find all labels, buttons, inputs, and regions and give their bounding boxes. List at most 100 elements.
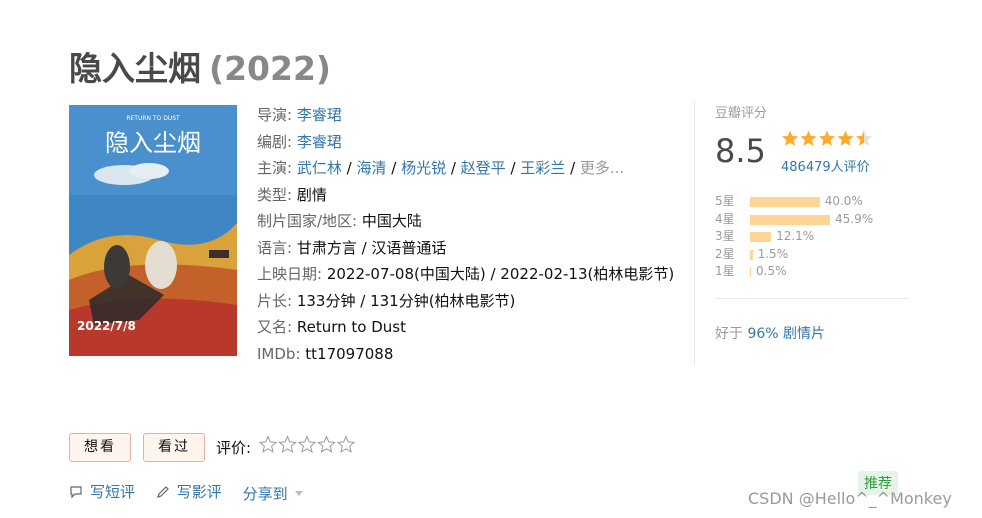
review-actions: 写短评 写影评 分享到 [69, 481, 327, 504]
genre-value: 剧情 [296, 185, 327, 204]
poster-date: 2022/7/8 [77, 319, 136, 333]
country-row: 制片国家/地区: 中国大陆 [257, 208, 677, 235]
rate-label: 评价: [216, 439, 252, 457]
cast-link-3[interactable]: 杨光锐 [401, 159, 446, 177]
cast-separator: / [565, 159, 580, 177]
cast-separator: / [505, 159, 521, 177]
poster-image: RETURN TO DUST 隐入尘烟 2022/7/8 [69, 105, 237, 356]
rating-dist-percent: 12.1% [776, 229, 815, 243]
rating-dist-label: 4星 [715, 211, 735, 226]
director-link[interactable]: 李睿珺 [297, 106, 342, 124]
runtime-value: 133分钟 / 131分钟(柏林电影节) [296, 291, 516, 310]
rating-stars-icon [781, 130, 873, 146]
poster-cn-title: 隐入尘烟 [105, 129, 201, 157]
rating-dist-row: 1星 0.5% [715, 263, 905, 281]
long-review-action[interactable]: 写影评 [156, 481, 222, 502]
writer-label: 编剧: [257, 132, 293, 151]
genre-row: 类型: 剧情 [257, 182, 677, 209]
runtime-row: 片长: 133分钟 / 131分钟(柏林电影节) [257, 288, 677, 315]
rating-dist-bar [750, 249, 753, 260]
rating-panel: 豆瓣评分 8.5 486479人评价 5星 40.0% 4星 45.9% 3星 12.1%… [694, 100, 909, 365]
movie-title: 隐入尘烟 (2022) [69, 42, 331, 90]
cast-separator: / [386, 159, 402, 177]
rating-dist-row: 2星 1.5% [715, 246, 905, 264]
share-action[interactable]: 分享到 [243, 483, 311, 504]
rating-dist-percent: 1.5% [757, 246, 789, 261]
rating-star [855, 130, 873, 146]
rating-dist-label: 2星 [715, 246, 735, 261]
rating-star [818, 130, 836, 146]
cast-link-2[interactable]: 海清 [356, 159, 386, 177]
country-value: 中国大陆 [361, 212, 422, 230]
cast-separator: / [446, 159, 461, 177]
share-label: 分享到 [242, 484, 288, 503]
rating-dist-row: 3星 12.1% [715, 228, 905, 246]
empty-star-3[interactable] [297, 435, 317, 453]
rating-star [837, 130, 854, 146]
writer-link[interactable]: 李睿珺 [297, 133, 342, 151]
rating-dist-label: 1星 [715, 264, 735, 278]
rating-label: 豆瓣评分 [715, 106, 768, 121]
rating-dist-percent: 40.0% [824, 194, 863, 208]
language-value: 甘肃方言 / 汉语普通话 [296, 238, 447, 257]
better-than-prefix: 好于 [715, 326, 743, 342]
release-value: 2022-07-08(中国大陆) / 2022-02-13(柏林电影节) [326, 265, 675, 283]
director-row: 导演: 李睿珺 [257, 102, 677, 129]
rating-dist-bar [750, 214, 830, 225]
empty-star-1[interactable] [258, 435, 278, 453]
better-than: 好于 96% 剧情片 [715, 323, 825, 343]
cast-link-4[interactable]: 赵登平 [461, 159, 506, 177]
better-than-link[interactable]: 96% 剧情片 [747, 326, 825, 342]
cast-more-link[interactable]: 更多... [580, 159, 624, 177]
rating-dist-bar [750, 197, 820, 207]
rating-votes-link[interactable]: 486479人评价 [781, 156, 870, 175]
release-label: 上映日期: [257, 265, 323, 283]
rating-distribution: 5星 40.0% 4星 45.9% 3星 12.1% 2星 1.5% 1星 0.5% [715, 193, 905, 281]
aka-label: 又名: [257, 318, 293, 336]
pencil-icon [156, 485, 169, 498]
rating-dist-percent: 0.5% [756, 264, 787, 278]
rating-star [781, 130, 799, 146]
director-label: 导演: [257, 106, 293, 124]
cast-row: 主演: 武仁林 / 海清 / 杨光锐 / 赵登平 / 王彩兰 / 更多... [257, 155, 677, 182]
rating-dist-label: 5星 [715, 194, 735, 208]
rating-star [800, 130, 817, 146]
rating-score: 8.5 [715, 132, 766, 170]
caret-down-icon [294, 491, 303, 496]
imdb-label: IMDb: [257, 344, 301, 363]
watched-button[interactable]: 看过 [143, 433, 205, 462]
rating-dist-row: 4星 45.9% [715, 211, 905, 229]
rate-stars-input[interactable] [258, 435, 359, 459]
language-row: 语言: 甘肃方言 / 汉语普通话 [257, 235, 677, 262]
short-review-label: 写短评 [90, 483, 136, 501]
cast-separator: / [341, 159, 357, 177]
imdb-row: IMDb: tt17097088 [257, 341, 677, 368]
comment-icon [70, 485, 82, 498]
imdb-value: tt17097088 [305, 344, 394, 363]
movie-name: 隐入尘烟 [69, 49, 201, 88]
short-review-action[interactable]: 写短评 [69, 481, 135, 502]
writer-row: 编剧: 李睿珺 [257, 129, 677, 156]
genre-label: 类型: [257, 185, 293, 204]
rating-dist-percent: 45.9% [835, 211, 874, 226]
aka-row: 又名: Return to Dust [257, 314, 677, 341]
rating-dist-bar [750, 232, 772, 242]
runtime-label: 片长: [257, 291, 293, 310]
rating-divider [715, 298, 909, 299]
long-review-label: 写影评 [176, 483, 222, 501]
rating-dist-row: 5星 40.0% [715, 193, 905, 211]
cast-link-5[interactable]: 王彩兰 [520, 159, 565, 177]
want-to-watch-button[interactable]: 想看 [69, 433, 131, 462]
country-label: 制片国家/地区: [257, 212, 358, 230]
empty-stars-icon[interactable] [258, 435, 359, 455]
empty-star-4[interactable] [317, 435, 336, 453]
rating-dist-bar [750, 267, 751, 277]
cast-label: 主演: [257, 159, 293, 177]
rating-stars [781, 130, 876, 152]
rating-dist-label: 3星 [715, 229, 735, 243]
movie-poster[interactable]: RETURN TO DUST 隐入尘烟 2022/7/8 [69, 105, 237, 356]
empty-star-5[interactable] [336, 435, 356, 453]
empty-star-2[interactable] [278, 435, 297, 453]
cast-link-1[interactable]: 武仁林 [297, 159, 342, 177]
poster-en-title: RETURN TO DUST [126, 115, 180, 122]
